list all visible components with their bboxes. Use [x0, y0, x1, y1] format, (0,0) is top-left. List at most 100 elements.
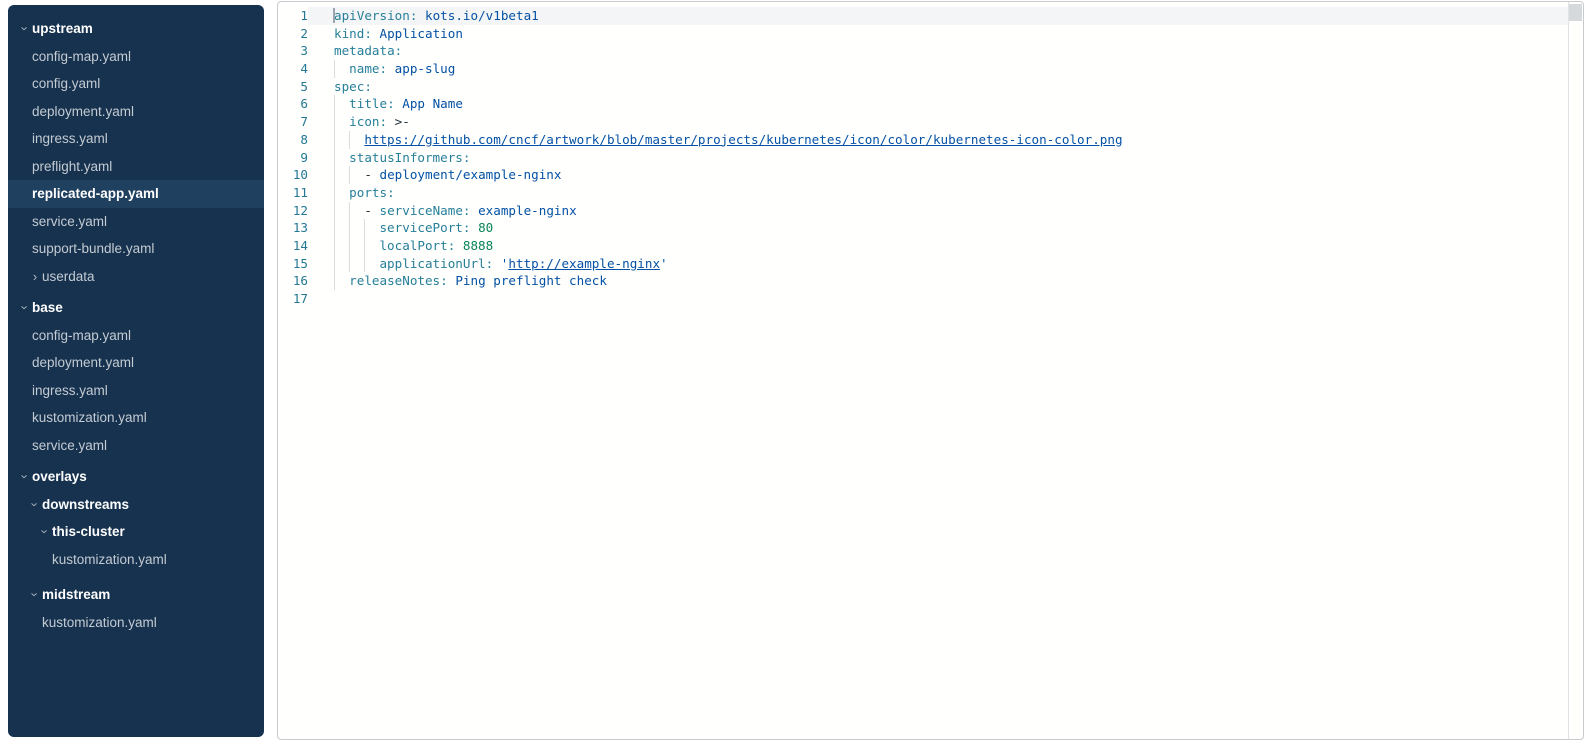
code-token: ': [660, 256, 668, 271]
tree-file-deployment-yaml[interactable]: deployment.yaml: [8, 349, 264, 377]
code-line[interactable]: 3 metadata:: [278, 42, 1583, 60]
indent-guide-line: [334, 255, 349, 273]
code-token: -: [364, 203, 372, 218]
indent-guide-line: [349, 202, 364, 220]
line-number: 6: [278, 95, 308, 113]
chevron-down-icon[interactable]: ›: [28, 497, 43, 511]
chevron-down-icon[interactable]: ›: [18, 470, 33, 484]
tree-folder-base[interactable]: › base: [8, 294, 264, 322]
code-token: releaseNotes:: [349, 273, 448, 288]
chevron-down-icon[interactable]: ›: [28, 588, 43, 602]
chevron-right-icon[interactable]: ›: [28, 269, 42, 284]
indent-guide-line: [334, 237, 349, 255]
code-line[interactable]: 2 kind: Application: [278, 25, 1583, 43]
code-line[interactable]: 13 servicePort: 80: [278, 219, 1583, 237]
chevron-down-icon[interactable]: ›: [18, 301, 33, 315]
code-token: applicationUrl:: [379, 256, 493, 271]
code-line[interactable]: 4 name: app-slug: [278, 60, 1583, 78]
tree-file-config-map-yaml[interactable]: config-map.yaml: [8, 43, 264, 71]
line-number: 10: [278, 166, 308, 184]
tree-folder-overlays[interactable]: › overlays: [8, 463, 264, 491]
code-token: >-: [395, 114, 410, 129]
tree-file-service-yaml[interactable]: service.yaml: [8, 208, 264, 236]
indent-guide-line: [334, 149, 349, 167]
code-line[interactable]: 16 releaseNotes: Ping preflight check: [278, 272, 1583, 290]
tree-file-config-map-yaml[interactable]: config-map.yaml: [8, 322, 264, 350]
tree-file-ingress-yaml[interactable]: ingress.yaml: [8, 377, 264, 405]
tree-item-label: service.yaml: [32, 214, 107, 229]
tree-file-kustomization-yaml[interactable]: kustomization.yaml: [8, 404, 264, 432]
indent-guide-line: [364, 219, 379, 237]
indent-guide-line: [334, 272, 349, 290]
tree-folder-downstreams[interactable]: › downstreams: [8, 491, 264, 519]
tree-file-ingress-yaml[interactable]: ingress.yaml: [8, 125, 264, 153]
line-content: applicationUrl: 'http://example-nginx': [308, 255, 1568, 273]
line-number: 8: [278, 131, 308, 149]
code-token: App Name: [402, 96, 463, 111]
code-token: [493, 256, 501, 271]
code-token: deployment/example-nginx: [380, 167, 562, 182]
code-line[interactable]: 7 icon: >-: [278, 113, 1583, 131]
url-link[interactable]: https://github.com/cncf/artwork/blob/mas…: [364, 132, 1122, 147]
line-content: icon: >-: [308, 113, 1568, 131]
code-line[interactable]: 8 https://github.com/cncf/artwork/blob/m…: [278, 131, 1583, 149]
tree-item-label: deployment.yaml: [32, 355, 134, 370]
chevron-down-icon[interactable]: ›: [38, 525, 53, 539]
tree-file-preflight-yaml[interactable]: preflight.yaml: [8, 153, 264, 181]
line-content: ports:: [308, 184, 1568, 202]
tree-file-replicated-app-yaml[interactable]: replicated-app.yaml: [8, 180, 264, 208]
tree-file-service-yaml[interactable]: service.yaml: [8, 432, 264, 460]
code-token: [372, 203, 380, 218]
tree-file-deployment-yaml[interactable]: deployment.yaml: [8, 98, 264, 126]
code-line[interactable]: 1 apiVersion: kots.io/v1beta1: [278, 7, 1583, 25]
line-number: 3: [278, 42, 308, 60]
code-editor[interactable]: 1 apiVersion: kots.io/v1beta1 2 kind: Ap…: [277, 1, 1584, 740]
code-token: ports:: [349, 185, 395, 200]
tree-file-config-yaml[interactable]: config.yaml: [8, 70, 264, 98]
code-line[interactable]: 11 ports:: [278, 184, 1583, 202]
tree-item-label: config-map.yaml: [32, 49, 131, 64]
code-token: servicePort:: [379, 220, 470, 235]
code-line[interactable]: 17: [278, 290, 1583, 308]
line-number: 14: [278, 237, 308, 255]
indent-guide-line: [334, 95, 349, 113]
code-line[interactable]: 5 spec:: [278, 78, 1583, 96]
code-line[interactable]: 14 localPort: 8888: [278, 237, 1583, 255]
code-token: [387, 61, 395, 76]
scrollbar-thumb[interactable]: [1569, 4, 1582, 21]
code-line[interactable]: 6 title: App Name: [278, 95, 1583, 113]
code-line[interactable]: 12 - serviceName: example-nginx: [278, 202, 1583, 220]
tree-item-label: config.yaml: [32, 76, 100, 91]
tree-item-label: kustomization.yaml: [52, 552, 167, 567]
code-token: example-nginx: [478, 203, 577, 218]
tree-file-support-bundle-yaml[interactable]: support-bundle.yaml: [8, 235, 264, 263]
tree-item-label: ingress.yaml: [32, 383, 108, 398]
line-number: 2: [278, 25, 308, 43]
tree-folder-upstream[interactable]: › upstream: [8, 15, 264, 43]
line-number: 7: [278, 113, 308, 131]
tree-folder-this-cluster[interactable]: › this-cluster: [8, 518, 264, 546]
code-line[interactable]: 15 applicationUrl: 'http://example-nginx…: [278, 255, 1583, 273]
line-number: 4: [278, 60, 308, 78]
line-number: 17: [278, 290, 308, 308]
text-cursor: [333, 8, 335, 23]
tree-file-kustomization-yaml[interactable]: kustomization.yaml: [8, 546, 264, 574]
line-number: 1: [278, 7, 308, 25]
code-area[interactable]: 1 apiVersion: kots.io/v1beta1 2 kind: Ap…: [278, 2, 1583, 308]
code-token: Application: [380, 26, 463, 41]
indent-guide-line: [349, 237, 364, 255]
code-token: [470, 220, 478, 235]
chevron-down-icon[interactable]: ›: [18, 22, 33, 36]
tree-folder-userdata[interactable]: › userdata: [8, 263, 264, 291]
tree-item-label: midstream: [42, 587, 110, 602]
tree-item-label: ingress.yaml: [32, 131, 108, 146]
tree-file-kustomization-yaml[interactable]: kustomization.yaml: [8, 609, 264, 637]
tree-item-label: preflight.yaml: [32, 159, 112, 174]
tree-item-label: replicated-app.yaml: [32, 186, 159, 201]
code-line[interactable]: 10 - deployment/example-nginx: [278, 166, 1583, 184]
tree-folder-midstream[interactable]: › midstream: [8, 581, 264, 609]
code-token: [387, 114, 395, 129]
code-line[interactable]: 9 statusInformers:: [278, 149, 1583, 167]
url-link[interactable]: http://example-nginx: [508, 256, 660, 271]
tree-item-label: downstreams: [42, 497, 129, 512]
